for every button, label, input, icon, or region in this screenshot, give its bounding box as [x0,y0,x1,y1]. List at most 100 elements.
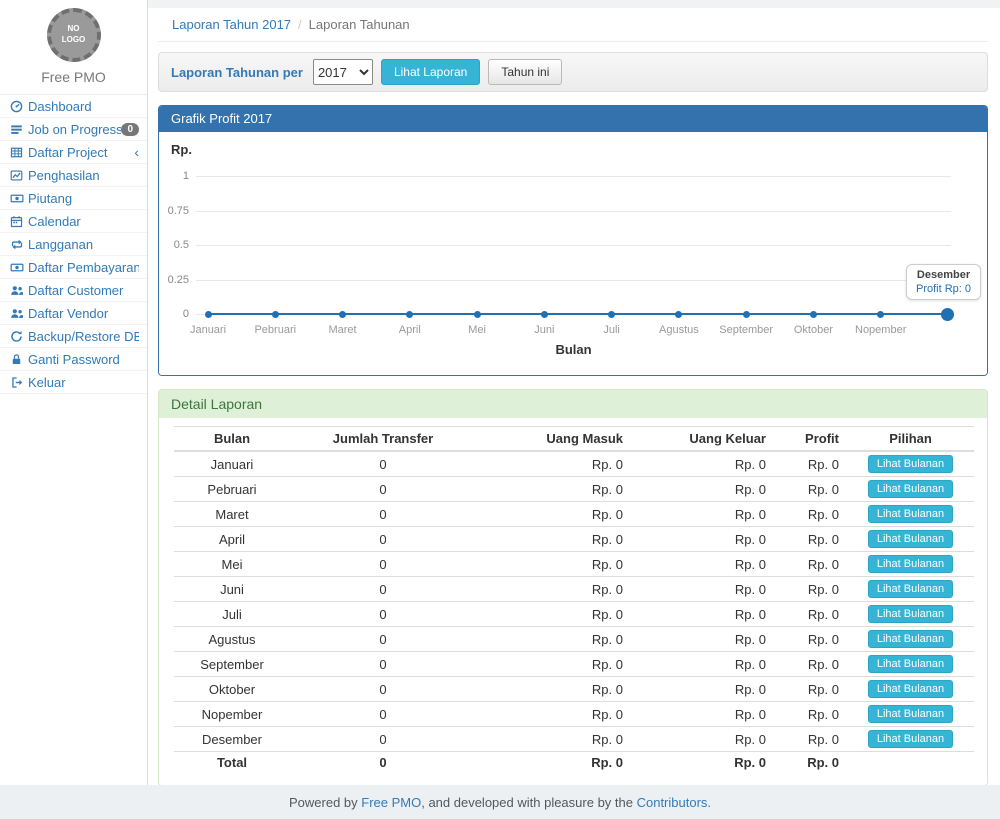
refresh-icon [10,330,28,343]
year-select[interactable]: 2017 [313,59,373,85]
cell-jumlah-transfer: 0 [290,477,476,502]
lihat-bulanan-button[interactable]: Lihat Bulanan [868,505,953,523]
y-tick-label: 0.25 [159,274,189,286]
sidebar-item-label: Backup/Restore DB [28,329,139,344]
cell-profit: Rp. 0 [774,652,847,677]
sidebar-item-label: Keluar [28,375,139,390]
cell-pilihan: Lihat Bulanan [847,477,974,502]
lihat-bulanan-button[interactable]: Lihat Bulanan [868,530,953,548]
sidebar-item-daftar-vendor[interactable]: Daftar Vendor [0,302,147,325]
sidebar-item-label: Calendar [28,214,139,229]
cell-profit: Rp. 0 [774,527,847,552]
sidebar-item-daftar-project[interactable]: Daftar Project‹ [0,141,147,164]
cell-pilihan: Lihat Bulanan [847,652,974,677]
table-row: Mei0Rp. 0Rp. 0Rp. 0Lihat Bulanan [174,552,974,577]
lihat-bulanan-button[interactable]: Lihat Bulanan [868,705,953,723]
chart-line-icon [10,169,28,182]
x-tick-label: Nopember [836,324,926,336]
cell-bulan: Januari [174,451,290,477]
lihat-laporan-button[interactable]: Lihat Laporan [381,59,480,85]
col-header-profit: Profit [774,427,847,452]
cell-uang-keluar: Rp. 0 [631,502,774,527]
cell-uang-keluar: Rp. 0 [631,677,774,702]
table-body: Januari0Rp. 0Rp. 0Rp. 0Lihat BulananPebr… [174,451,974,773]
lihat-bulanan-button[interactable]: Lihat Bulanan [868,655,953,673]
sidebar-item-job-on-progress[interactable]: Job on Progress0 [0,118,147,141]
sidebar-item-penghasilan[interactable]: Penghasilan [0,164,147,187]
cell-bulan: April [174,527,290,552]
sidebar-item-label: Piutang [28,191,139,206]
table-row: Desember0Rp. 0Rp. 0Rp. 0Lihat Bulanan [174,727,974,752]
table-icon [10,146,28,159]
users-icon [10,307,28,320]
tahun-ini-button[interactable]: Tahun ini [488,59,562,85]
table-row: Juli0Rp. 0Rp. 0Rp. 0Lihat Bulanan [174,602,974,627]
badge-count: 0 [121,123,139,136]
sidebar-item-label: Daftar Pembayaran [28,260,139,275]
sidebar-item-ganti-password[interactable]: Ganti Password [0,348,147,371]
chart-y-axis-label: Rp. [171,142,192,157]
cell-uang-keluar: Rp. 0 [631,727,774,752]
lihat-bulanan-button[interactable]: Lihat Bulanan [868,455,953,473]
total-uang-keluar: Rp. 0 [631,752,774,774]
total-jumlah-transfer: 0 [290,752,476,774]
data-point [474,311,481,318]
breadcrumb-separator: / [298,17,302,32]
series-line [208,313,948,315]
sidebar-item-langganan[interactable]: Langganan [0,233,147,256]
table-row: Oktober0Rp. 0Rp. 0Rp. 0Lihat Bulanan [174,677,974,702]
chart-tooltip-value: Profit Rp: 0 [916,283,971,295]
table-header-row: BulanJumlah TransferUang MasukUang Kelua… [174,427,974,452]
lihat-bulanan-button[interactable]: Lihat Bulanan [868,555,953,573]
lihat-bulanan-button[interactable]: Lihat Bulanan [868,480,953,498]
cell-jumlah-transfer: 0 [290,527,476,552]
chart-x-axis-label: Bulan [196,342,951,357]
lihat-bulanan-button[interactable]: Lihat Bulanan [868,605,953,623]
sidebar-item-daftar-pembayaran[interactable]: Daftar Pembayaran [0,256,147,279]
breadcrumb-link-laporan-tahun[interactable]: Laporan Tahun 2017 [172,17,291,32]
cell-pilihan: Lihat Bulanan [847,702,974,727]
sidebar-item-label: Ganti Password [28,352,139,367]
cell-uang-keluar: Rp. 0 [631,652,774,677]
sidebar-item-dashboard[interactable]: Dashboard [0,95,147,118]
data-point [272,311,279,318]
gridline [196,176,951,177]
cell-jumlah-transfer: 0 [290,652,476,677]
sidebar-item-calendar[interactable]: Calendar [0,210,147,233]
lock-icon [10,353,28,366]
footer-app-link[interactable]: Free PMO [361,795,421,810]
sidebar-item-daftar-customer[interactable]: Daftar Customer [0,279,147,302]
lihat-bulanan-button[interactable]: Lihat Bulanan [868,730,953,748]
cell-profit: Rp. 0 [774,677,847,702]
lihat-bulanan-button[interactable]: Lihat Bulanan [868,680,953,698]
app-logo: NO LOGO [47,8,101,62]
sidebar-item-keluar[interactable]: Keluar [0,371,147,394]
main-area: Laporan Tahun 2017 / Laporan Tahunan Lap… [148,0,1000,785]
cell-profit: Rp. 0 [774,502,847,527]
cell-jumlah-transfer: 0 [290,577,476,602]
gridline [196,280,951,281]
table-head: BulanJumlah TransferUang MasukUang Kelua… [174,427,974,452]
cell-uang-keluar: Rp. 0 [631,702,774,727]
lihat-bulanan-button[interactable]: Lihat Bulanan [868,580,953,598]
sidebar-item-piutang[interactable]: Piutang [0,187,147,210]
cell-uang-masuk: Rp. 0 [476,627,631,652]
lihat-bulanan-button[interactable]: Lihat Bulanan [868,630,953,648]
data-point [205,311,212,318]
cell-pilihan: Lihat Bulanan [847,451,974,477]
top-strip [148,0,1000,8]
sidebar-item-label: Daftar Customer [28,283,139,298]
cell-bulan: Oktober [174,677,290,702]
footer-contributors-link[interactable]: Contributors. [637,795,711,810]
cell-bulan: Juni [174,577,290,602]
cell-uang-masuk: Rp. 0 [476,677,631,702]
detail-panel-body: BulanJumlah TransferUang MasukUang Kelua… [159,418,987,785]
cell-uang-masuk: Rp. 0 [476,527,631,552]
cell-jumlah-transfer: 0 [290,677,476,702]
table-row: Agustus0Rp. 0Rp. 0Rp. 0Lihat Bulanan [174,627,974,652]
filter-label: Laporan Tahunan per [171,65,303,80]
detail-panel-title: Detail Laporan [159,390,987,418]
sidebar-item-backup-restore-db[interactable]: Backup/Restore DB [0,325,147,348]
y-tick-label: 0.75 [159,205,189,217]
cell-pilihan: Lihat Bulanan [847,502,974,527]
